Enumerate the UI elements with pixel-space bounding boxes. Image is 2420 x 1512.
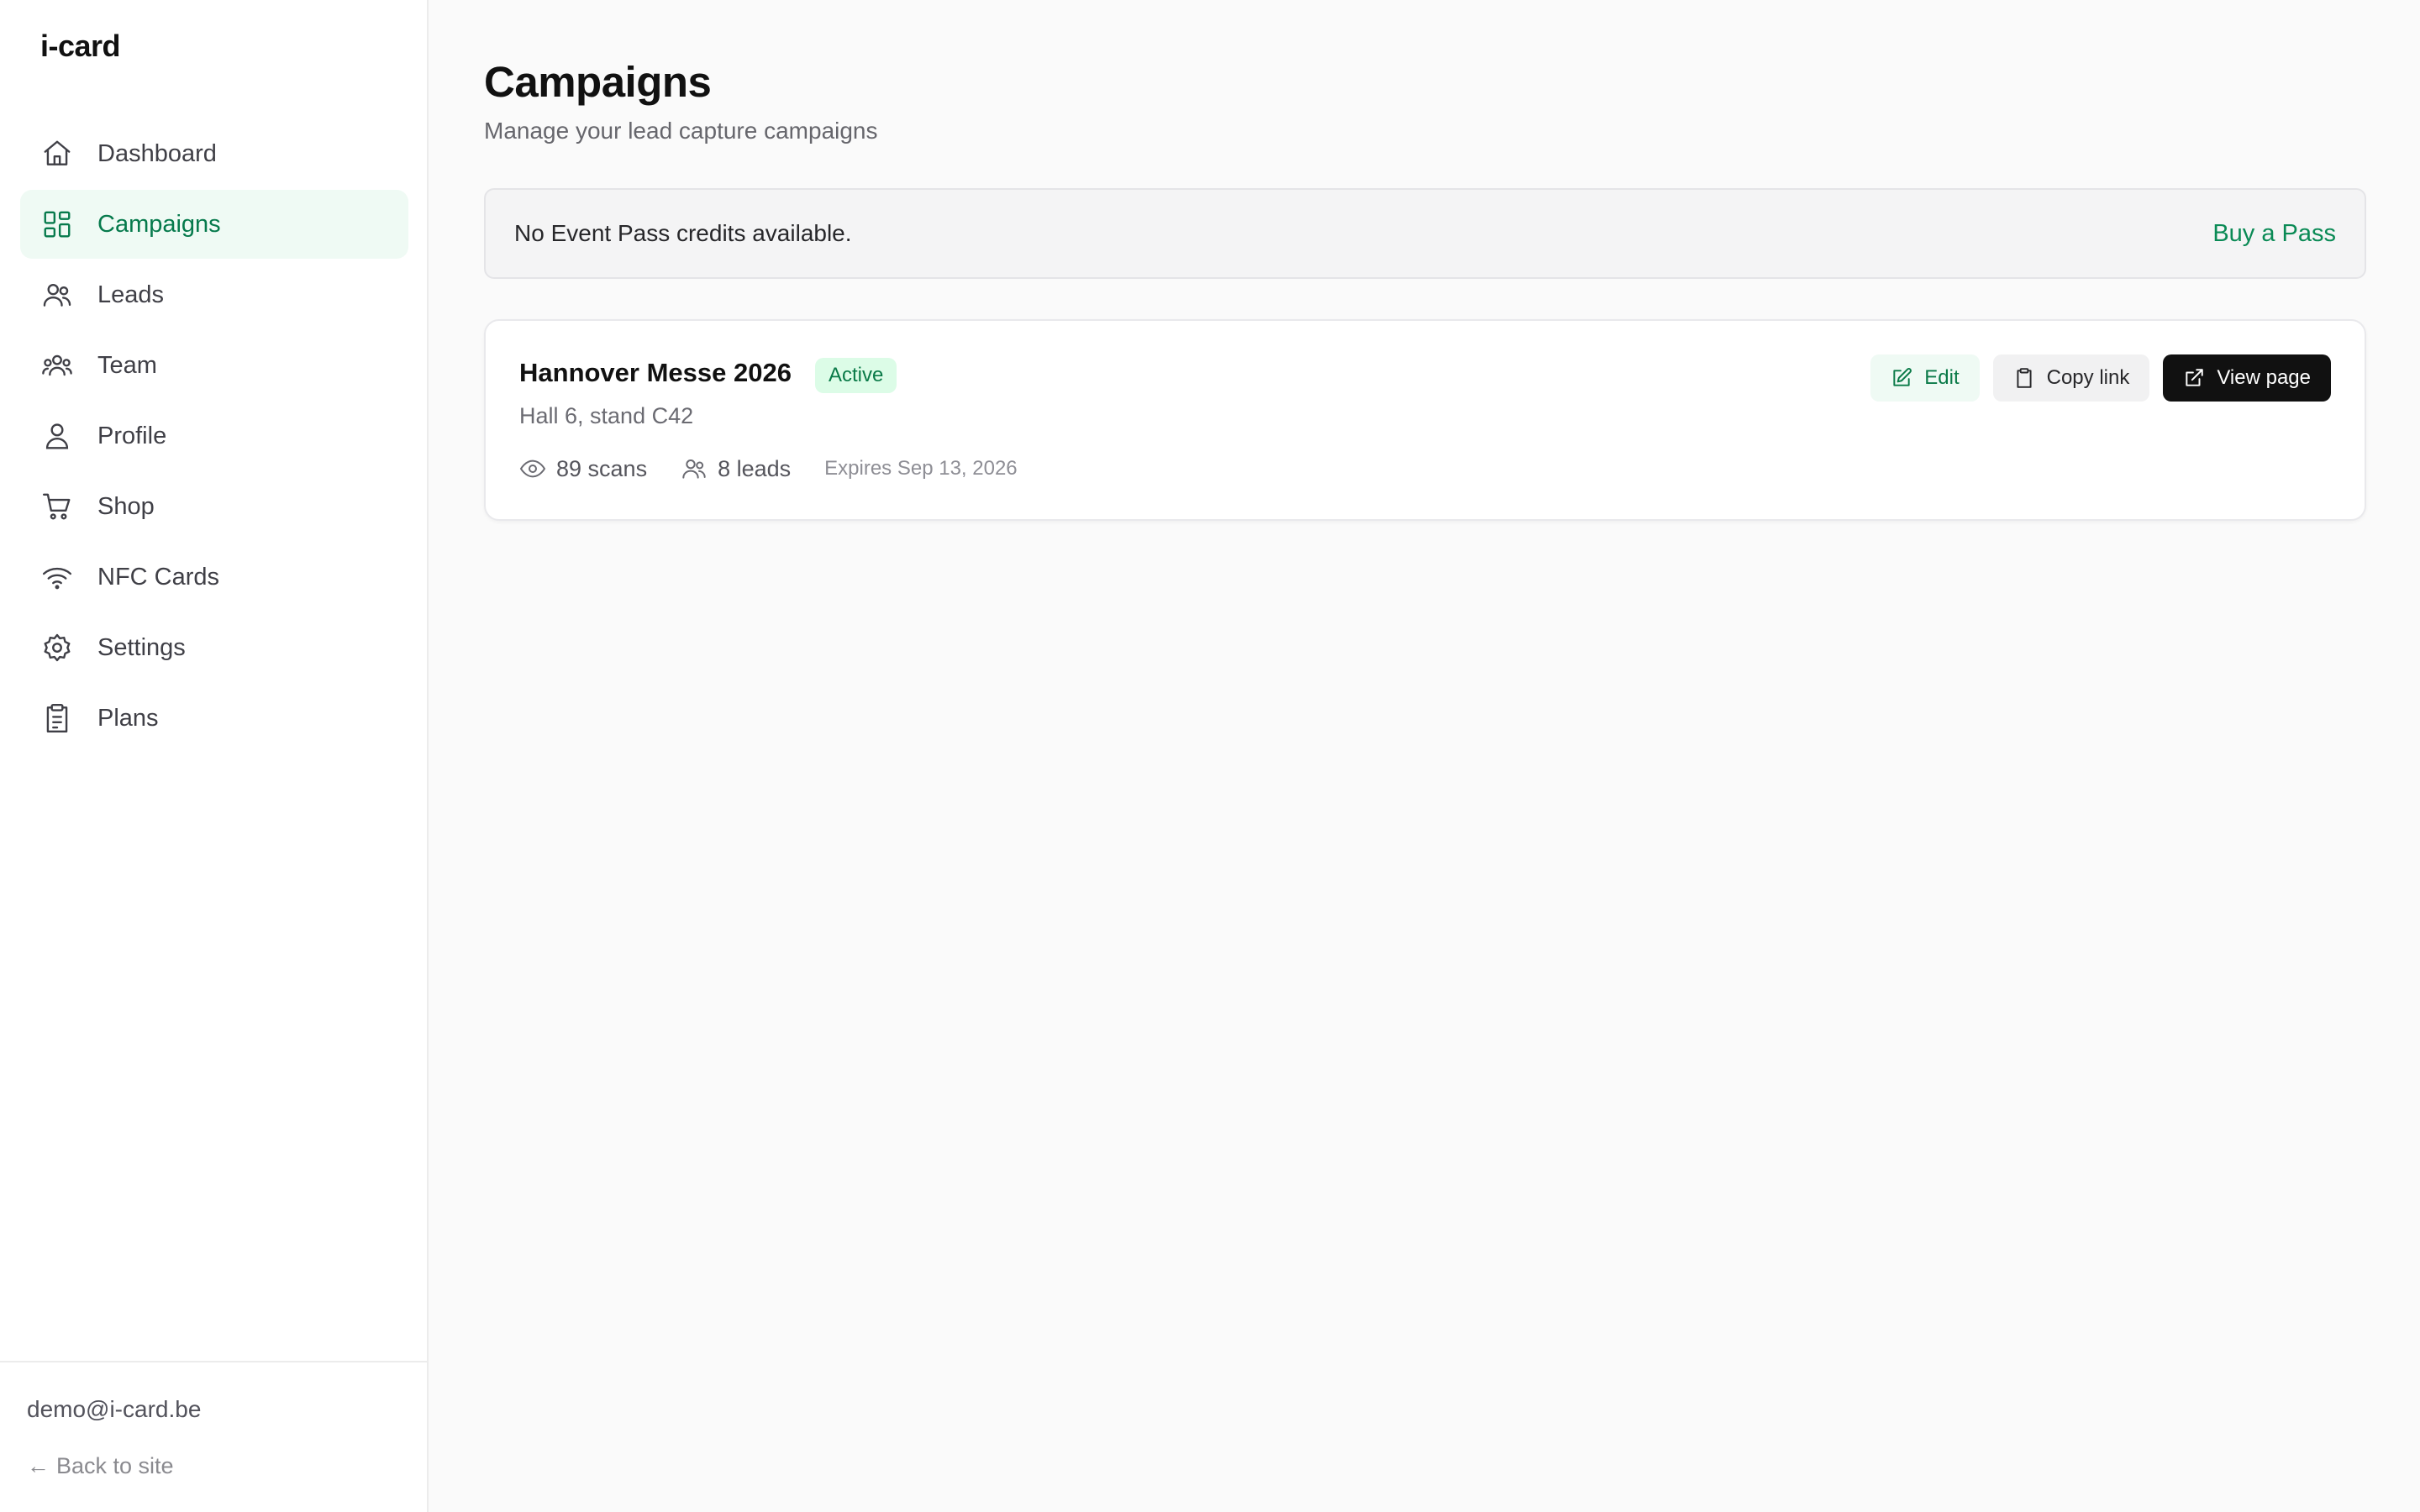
sidebar-item-label: Shop [97,492,155,520]
sidebar-item-label: Campaigns [97,210,221,238]
campaign-stats: 89 scans 8 leads Expires Sep 13, 2026 [519,455,1018,482]
sidebar-item-label: Profile [97,422,167,449]
credits-notice: No Event Pass credits available. Buy a P… [484,188,2366,279]
external-link-icon [2186,369,2204,386]
wifi-icon [40,560,74,594]
clipboard-icon [40,701,74,735]
sidebar-item-label: Plans [97,704,159,732]
user-icon [40,419,74,453]
leads-stat: 8 leads [681,455,791,482]
sidebar-nav: Dashboard Campaigns Leads Team Profile S… [20,119,408,754]
sidebar-item-team[interactable]: Team [20,331,408,400]
home-icon [40,137,74,171]
sidebar-item-label: Settings [97,633,186,661]
sidebar-footer: demo@i-card.be ← Back to site [0,1361,429,1512]
arrow-left-icon: ← [27,1453,50,1478]
view-page-button[interactable]: View page [2163,354,2331,402]
campaign-name: Hannover Messe 2026 [519,358,792,387]
sidebar: i-card Dashboard Campaigns Leads Team Pr… [0,0,429,1512]
status-badge: Active [815,358,897,393]
cart-icon [40,490,74,523]
campaign-actions: Edit Copy link View page [1857,354,2331,402]
eye-icon [519,459,546,478]
campaign-card: Hannover Messe 2026 Active Hall 6, stand… [484,319,2366,521]
app-logo[interactable]: i-card [40,29,121,64]
sidebar-item-label: Leads [97,281,165,308]
copy-link-label: Copy link [2046,366,2130,389]
expiry-date: Expires Sep 13, 2026 [824,457,1018,480]
buy-pass-link[interactable]: Buy a Pass [2212,220,2336,248]
sidebar-item-label: Team [97,351,157,379]
sidebar-item-leads[interactable]: Leads [20,260,408,329]
page-subtitle: Manage your lead capture campaigns [484,118,878,144]
users-icon [40,278,74,312]
sidebar-item-label: Dashboard [97,139,217,167]
back-to-site-link[interactable]: ← Back to site [27,1453,174,1479]
clipboard-icon [2017,368,2032,388]
leads-count: 8 leads [718,455,792,481]
scans-stat: 89 scans [519,455,647,482]
user-email: demo@i-card.be [27,1396,202,1422]
edit-button[interactable]: Edit [1870,354,1980,402]
edit-label: Edit [1924,366,1960,389]
scans-count: 89 scans [556,455,648,481]
notice-text: No Event Pass credits available. [514,220,852,246]
copy-link-button[interactable]: Copy link [1992,354,2150,402]
page-title: Campaigns [484,58,712,106]
grid-icon [40,207,74,241]
sidebar-item-campaigns[interactable]: Campaigns [20,190,408,259]
sidebar-item-label: NFC Cards [97,563,220,591]
sidebar-item-profile[interactable]: Profile [20,402,408,470]
sidebar-item-dashboard[interactable]: Dashboard [20,119,408,188]
team-icon [40,349,74,382]
users-icon [682,459,706,479]
sidebar-item-settings[interactable]: Settings [20,613,408,682]
edit-icon [1893,368,1912,386]
sidebar-item-nfc-cards[interactable]: NFC Cards [20,543,408,612]
gear-icon [40,631,74,664]
campaign-location: Hall 6, stand C42 [519,403,694,428]
sidebar-item-shop[interactable]: Shop [20,472,408,541]
sidebar-item-plans[interactable]: Plans [20,684,408,753]
back-to-site-label: Back to site [56,1453,174,1478]
view-page-label: View page [2217,366,2311,389]
